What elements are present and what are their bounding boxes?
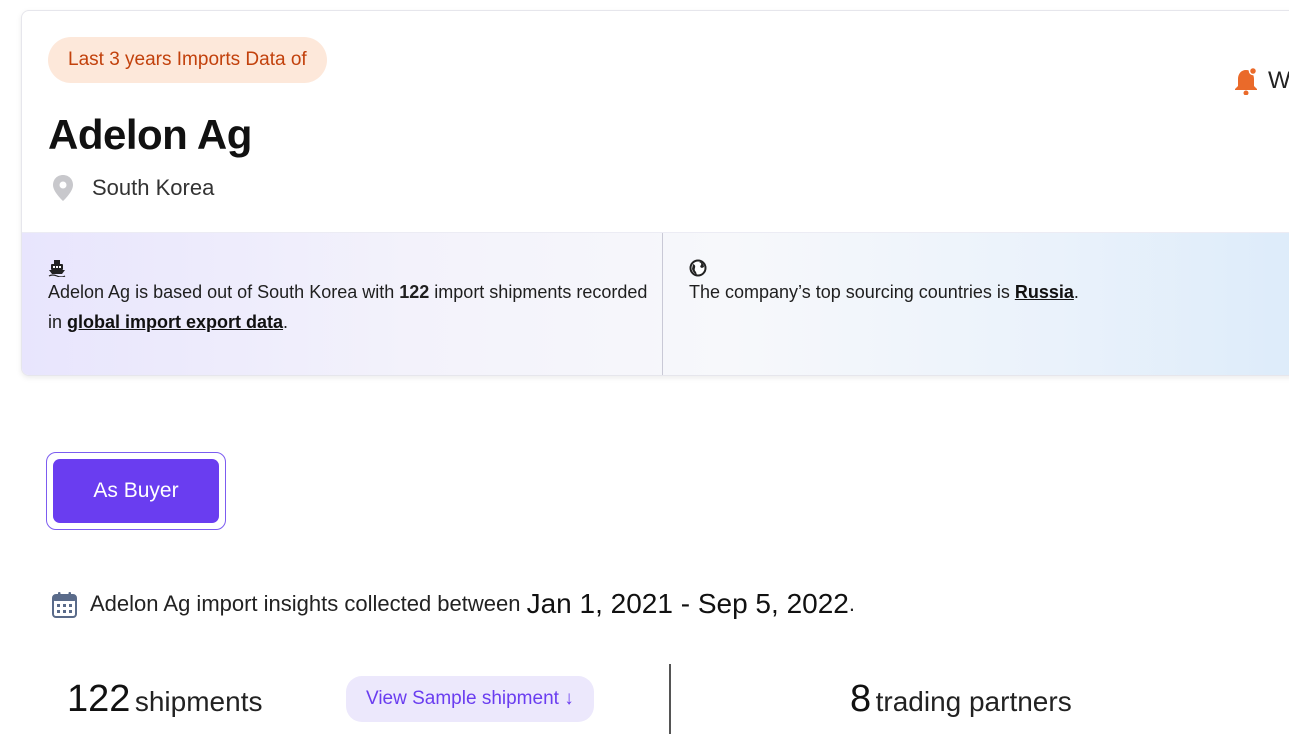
insights-range: Adelon Ag import insights collected betw… — [52, 588, 855, 620]
role-tab-group: As Buyer — [46, 452, 226, 530]
sourcing-summary: The company’s top sourcing countries is … — [689, 259, 1289, 307]
insights-date-range: Jan 1, 2021 - Sep 5, 2022 — [526, 588, 849, 619]
globe-icon — [689, 259, 707, 277]
insights-text: import insights collected between — [190, 591, 527, 616]
map-pin-icon — [53, 175, 73, 201]
shipment-summary: Adelon Ag is based out of South Korea wi… — [48, 259, 648, 337]
russia-link[interactable]: Russia — [1015, 282, 1074, 302]
imports-data-tag: Last 3 years Imports Data of — [48, 37, 327, 83]
watch-company-button[interactable]: W — [1234, 67, 1289, 95]
stats-divider — [669, 664, 671, 734]
insights-company: Adelon Ag — [90, 591, 191, 616]
shipments-label: shipments — [134, 686, 263, 717]
partners-count: 8 — [850, 678, 872, 720]
company-location: South Korea — [52, 174, 214, 202]
partners-label: trading partners — [875, 686, 1072, 717]
global-import-export-data-link[interactable]: global import export data — [67, 312, 283, 332]
company-name: Adelon Ag — [48, 111, 252, 158]
company-header-card: Last 3 years Imports Data of Adelon Ag S… — [21, 10, 1289, 376]
calendar-icon — [52, 591, 77, 618]
view-sample-shipment-button[interactable]: View Sample shipment ↓ — [346, 676, 594, 722]
country-name: South Korea — [92, 175, 215, 200]
ship-icon — [48, 260, 66, 277]
watch-label: W — [1268, 67, 1289, 94]
trading-partners-stat: 8 trading partners — [850, 678, 1072, 721]
shipments-count: 122 — [67, 678, 131, 720]
info-divider — [662, 233, 663, 375]
as-buyer-tab[interactable]: As Buyer — [53, 459, 219, 523]
bell-icon — [1235, 67, 1258, 95]
shipments-stat: 122 shipments — [67, 678, 262, 721]
summary-band: Adelon Ag is based out of South Korea wi… — [22, 232, 1289, 375]
shipment-count: 122 — [399, 282, 430, 302]
